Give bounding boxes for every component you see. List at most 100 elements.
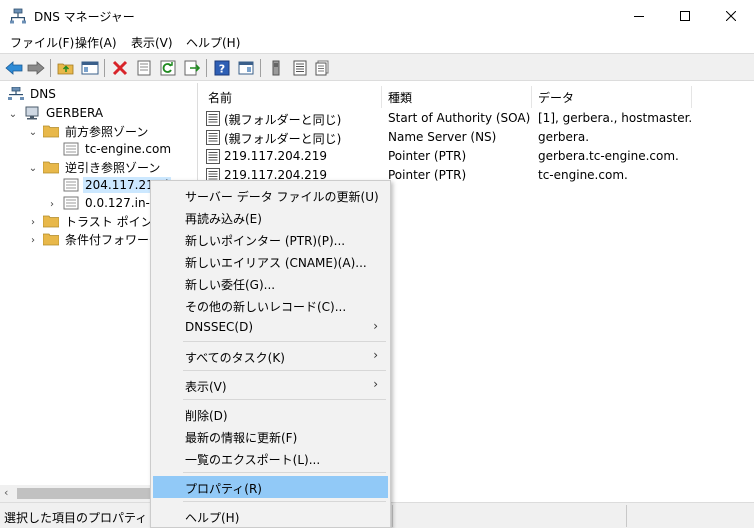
menu-item-export-list[interactable]: 一覧のエクスポート(L)... — [153, 447, 388, 469]
help-button[interactable]: ? — [212, 58, 232, 78]
maximize-icon — [680, 10, 690, 21]
menu-item-delete[interactable]: 削除(D) — [153, 403, 388, 425]
zone-icon — [63, 178, 79, 192]
tree-node-dns[interactable]: DNS — [8, 85, 58, 103]
zone-icon — [63, 196, 79, 210]
folder-icon — [43, 215, 59, 228]
delete-button[interactable] — [110, 58, 130, 78]
tree-label: 逆引き参照ゾーン — [65, 160, 161, 175]
zone-icon — [63, 142, 79, 156]
column-header-type[interactable]: 種類 — [382, 86, 532, 108]
scroll-left-icon[interactable]: ‹ — [4, 486, 8, 499]
cell-name: (親フォルダーと同じ) — [224, 132, 342, 146]
up-folder-button[interactable] — [56, 58, 76, 78]
menu-item-view[interactable]: 表示(V) › — [153, 374, 388, 396]
column-header-data[interactable]: データ — [532, 86, 692, 108]
menu-item-label: 削除(D) — [185, 409, 228, 423]
tree-node-server[interactable]: GERBERA — [24, 104, 105, 122]
tree-label: GERBERA — [46, 106, 104, 120]
menu-bar: ファイル(F) 操作(A) 表示(V) ヘルプ(H) — [0, 31, 754, 53]
export-list-button[interactable] — [182, 58, 202, 78]
table-row[interactable]: (親フォルダーと同じ) Name Server (NS) gerbera. — [200, 128, 754, 147]
server-icon — [272, 60, 280, 76]
cell-type: Name Server (NS) — [388, 130, 497, 144]
menu-item-label: 新しい委任(G)... — [185, 278, 276, 292]
tree-node-reverse-zones[interactable]: 逆引き参照ゾーン — [43, 158, 162, 176]
menu-item-help[interactable]: ヘルプ(H) — [153, 505, 388, 527]
console-view-button[interactable] — [236, 58, 256, 78]
show-hide-tree-button[interactable] — [80, 58, 100, 78]
menu-item-label: その他の新しいレコード(C)... — [185, 300, 347, 314]
context-menu: サーバー データ ファイルの更新(U) 再読み込み(E) 新しいポインター (P… — [150, 180, 391, 528]
expand-icon[interactable]: › — [28, 217, 38, 228]
status-divider — [392, 505, 393, 527]
menu-item-label: サーバー データ ファイルの更新(U) — [185, 190, 379, 204]
toolbar-separator — [206, 59, 207, 77]
properties-button[interactable] — [134, 58, 154, 78]
menu-item-label: 新しいポインター (PTR)(P)... — [185, 234, 346, 248]
table-row[interactable]: (親フォルダーと同じ) Start of Authority (SOA) [1]… — [200, 109, 754, 128]
expand-icon[interactable]: › — [47, 199, 57, 210]
menu-item-dnssec[interactable]: DNSSEC(D) › — [153, 316, 388, 338]
forward-button[interactable] — [26, 58, 46, 78]
menu-item-label: 一覧のエクスポート(L)... — [185, 453, 321, 467]
new-record-button[interactable] — [312, 58, 332, 78]
close-icon — [726, 10, 736, 21]
tree-node-forward-zones[interactable]: 前方参照ゾーン — [43, 122, 150, 140]
minimize-button[interactable] — [616, 0, 662, 31]
cell-type: Pointer (PTR) — [388, 168, 467, 182]
tree-node-zone-tc-engine[interactable]: tc-engine.com — [63, 140, 173, 158]
server-button[interactable] — [266, 58, 286, 78]
scrollbar-thumb[interactable] — [17, 488, 167, 499]
submenu-arrow-icon: › — [373, 377, 378, 391]
back-button[interactable] — [4, 58, 24, 78]
tree-label: tc-engine.com — [85, 142, 172, 156]
menu-item-refresh[interactable]: 最新の情報に更新(F) — [153, 425, 388, 447]
properties-icon — [137, 60, 151, 76]
menu-item-properties[interactable]: プロパティ(R) — [153, 476, 388, 498]
column-header-name[interactable]: 名前 — [202, 86, 382, 108]
collapse-icon[interactable]: ⌄ — [8, 109, 18, 120]
cell-data: [1], gerbera., hostmaster. — [538, 111, 693, 125]
delete-icon — [112, 60, 128, 76]
menu-view[interactable]: 表示(V) — [131, 34, 173, 51]
menu-item-label: 再読み込み(E) — [185, 212, 262, 226]
back-icon — [5, 61, 23, 75]
menu-item-new-cname[interactable]: 新しいエイリアス (CNAME)(A)... — [153, 250, 388, 272]
forward-icon — [27, 61, 45, 75]
expand-icon[interactable]: › — [28, 235, 38, 246]
menu-item-all-tasks[interactable]: すべてのタスク(K) › — [153, 345, 388, 367]
console-view-icon — [238, 61, 254, 75]
menu-action[interactable]: 操作(A) — [75, 34, 117, 51]
menu-separator — [183, 501, 386, 502]
tree-node-trust-points[interactable]: トラスト ポイント — [43, 212, 167, 230]
menu-item-reload[interactable]: 再読み込み(E) — [153, 206, 388, 228]
maximize-button[interactable] — [662, 0, 708, 31]
record-list-button[interactable] — [290, 58, 310, 78]
menu-item-label: 最新の情報に更新(F) — [185, 431, 298, 445]
toolbar-separator — [260, 59, 261, 77]
close-button[interactable] — [708, 0, 754, 31]
table-row[interactable]: 219.117.204.219 Pointer (PTR) gerbera.tc… — [200, 147, 754, 166]
record-icon — [206, 149, 220, 164]
menu-item-label: 表示(V) — [185, 380, 227, 394]
minimize-icon — [634, 15, 644, 17]
menu-item-update-server-data[interactable]: サーバー データ ファイルの更新(U) — [153, 184, 388, 206]
toolbar-separator — [50, 59, 51, 77]
dns-manager-icon — [10, 8, 26, 24]
collapse-icon[interactable]: ⌄ — [28, 127, 38, 138]
refresh-button[interactable] — [158, 58, 178, 78]
menu-item-new-ptr[interactable]: 新しいポインター (PTR)(P)... — [153, 228, 388, 250]
cell-type: Pointer (PTR) — [388, 149, 467, 163]
menu-file[interactable]: ファイル(F) — [10, 34, 74, 51]
collapse-icon[interactable]: ⌄ — [28, 163, 38, 174]
menu-item-new-delegation[interactable]: 新しい委任(G)... — [153, 272, 388, 294]
folder-icon — [43, 125, 59, 138]
menu-help[interactable]: ヘルプ(H) — [186, 34, 240, 51]
title-bar: DNS マネージャー — [0, 0, 754, 31]
cell-name: 219.117.204.219 — [224, 149, 328, 163]
menu-separator — [183, 399, 386, 400]
cell-name: (親フォルダーと同じ) — [224, 113, 342, 127]
record-list-icon — [293, 60, 307, 76]
menu-item-other-new-records[interactable]: その他の新しいレコード(C)... — [153, 294, 388, 316]
